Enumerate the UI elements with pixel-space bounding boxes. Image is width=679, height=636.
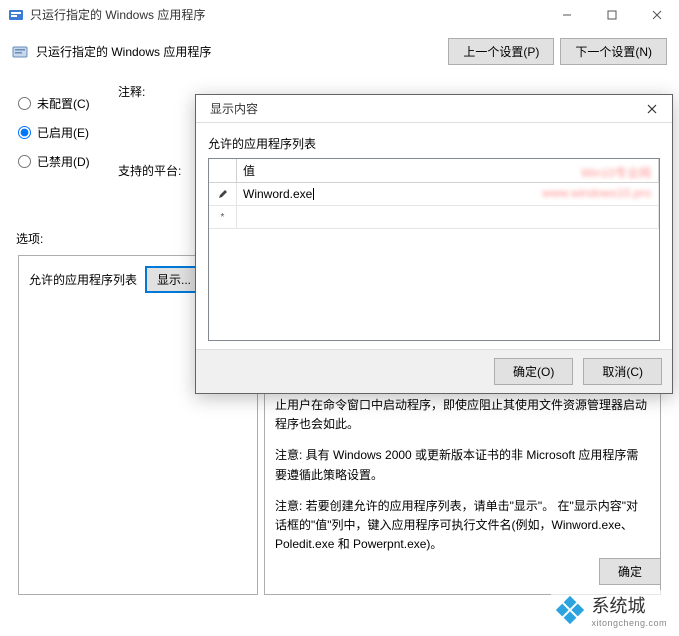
radio-not-configured[interactable]: 未配置(C) — [18, 95, 108, 112]
main-footer: 确定 — [599, 558, 661, 585]
window-controls — [544, 0, 679, 30]
pencil-icon — [209, 183, 237, 205]
dialog-ok-button[interactable]: 确定(O) — [494, 358, 573, 385]
branding-name: 系统城 — [591, 592, 667, 618]
window-title: 只运行指定的 Windows 应用程序 — [30, 6, 544, 23]
help-p3: 注意: 若要创建允许的应用程序列表，请单击"显示"。 在"显示内容"对话框的"值… — [275, 497, 650, 555]
main-titlebar: 只运行指定的 Windows 应用程序 — [0, 0, 679, 30]
radio-enabled[interactable]: 已启用(E) — [18, 124, 108, 141]
prev-setting-button[interactable]: 上一个设置(P) — [448, 38, 554, 65]
next-setting-button[interactable]: 下一个设置(N) — [560, 38, 667, 65]
branding-logo-icon — [555, 595, 585, 625]
grid-row-edit[interactable]: Winword.exe — [209, 183, 659, 206]
minimize-button[interactable] — [544, 0, 589, 30]
ok-button[interactable]: 确定 — [599, 558, 661, 585]
dialog-list-label: 允许的应用程序列表 — [208, 135, 660, 152]
header-row: 只运行指定的 Windows 应用程序 上一个设置(P) 下一个设置(N) — [0, 30, 679, 73]
branding-overlay: 系统城 xitongcheng.com — [551, 590, 671, 630]
dialog-body: 允许的应用程序列表 Win10专业网 www.windows10.pro 值 W… — [196, 123, 672, 349]
branding-url: xitongcheng.com — [591, 618, 667, 628]
close-button[interactable] — [634, 0, 679, 30]
radio-disabled-input[interactable] — [18, 155, 31, 168]
grid-cell-value-new[interactable] — [237, 206, 659, 228]
dialog-titlebar: 显示内容 — [196, 95, 672, 123]
grid-cell-value-edit[interactable]: Winword.exe — [237, 183, 659, 205]
radio-enabled-label: 已启用(E) — [37, 124, 89, 141]
dialog-footer: 确定(O) 取消(C) — [196, 349, 672, 393]
grid-row-new[interactable]: * — [209, 206, 659, 229]
branding-text: 系统城 xitongcheng.com — [591, 592, 667, 628]
value-grid[interactable]: Win10专业网 www.windows10.pro 值 Winword.exe… — [208, 158, 660, 341]
radio-not-configured-label: 未配置(C) — [37, 95, 90, 112]
dialog-window-controls — [632, 95, 672, 123]
dialog-title: 显示内容 — [210, 100, 632, 117]
radio-column: 未配置(C) 已启用(E) 已禁用(D) — [18, 83, 108, 182]
grid-header-value[interactable]: 值 — [237, 159, 659, 182]
policy-icon — [12, 44, 28, 60]
radio-enabled-input[interactable] — [18, 126, 31, 139]
allowed-list-label: 允许的应用程序列表 — [29, 271, 137, 288]
state-radio-group: 未配置(C) 已启用(E) 已禁用(D) — [18, 95, 108, 170]
radio-not-configured-input[interactable] — [18, 97, 31, 110]
help-p2: 注意: 具有 Windows 2000 或更新版本证书的非 Microsoft … — [275, 446, 650, 484]
maximize-button[interactable] — [589, 0, 634, 30]
dialog-cancel-button[interactable]: 取消(C) — [583, 358, 662, 385]
grid-header-rowhead — [209, 159, 237, 182]
asterisk-icon: * — [209, 206, 237, 228]
header-title: 只运行指定的 Windows 应用程序 — [36, 43, 442, 60]
grid-header: 值 — [209, 159, 659, 183]
app-icon — [8, 7, 24, 23]
grid-cell-value-text: Winword.exe — [243, 187, 312, 201]
radio-disabled[interactable]: 已禁用(D) — [18, 153, 108, 170]
show-content-dialog: 显示内容 允许的应用程序列表 Win10专业网 www.windows10.pr… — [195, 94, 673, 394]
help-p1: 止用户在命令窗口中启动程序，即使应阻止其使用文件资源管理器启动程序也会如此。 — [275, 396, 650, 434]
radio-disabled-label: 已禁用(D) — [37, 153, 90, 170]
text-cursor — [313, 188, 314, 200]
dialog-close-button[interactable] — [632, 95, 672, 123]
